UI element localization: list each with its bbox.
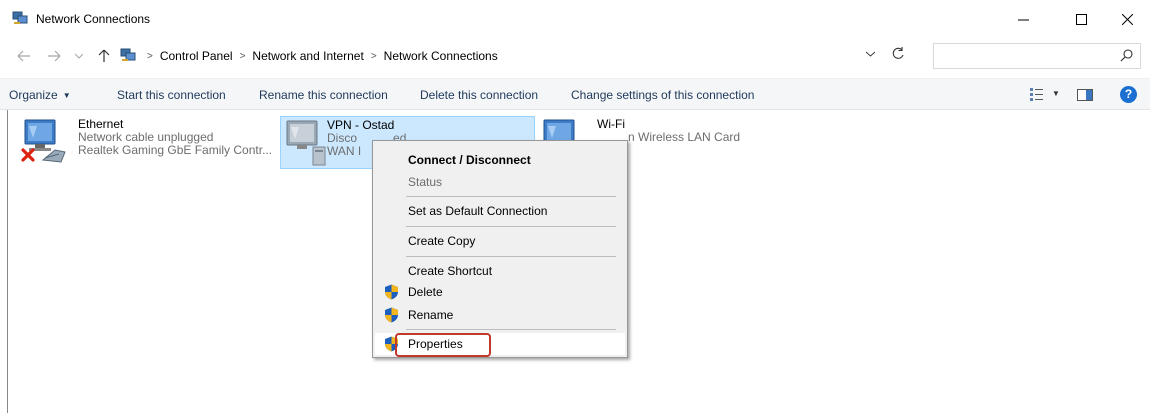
- menu-label: Delete: [408, 285, 443, 299]
- minimize-button[interactable]: [1000, 4, 1046, 34]
- menu-item-rename[interactable]: Rename: [375, 304, 625, 326]
- highlight-outline: [395, 333, 491, 357]
- menu-item-delete[interactable]: Delete: [375, 281, 625, 303]
- status-partial: Disco: [327, 131, 358, 145]
- maximize-button[interactable]: [1058, 4, 1104, 34]
- close-button[interactable]: [1104, 4, 1150, 34]
- forward-button[interactable]: [44, 46, 64, 66]
- menu-item-properties[interactable]: Properties: [375, 333, 625, 357]
- recent-locations-button[interactable]: [72, 46, 86, 66]
- preview-pane-icon[interactable]: [1077, 89, 1093, 101]
- back-arrow-icon: [17, 50, 30, 62]
- vpn-connection-icon: [286, 120, 326, 166]
- breadcrumb-separator-icon[interactable]: >: [364, 51, 384, 62]
- control-panel-icon: [120, 48, 136, 61]
- menu-item-set-default[interactable]: Set as Default Connection: [375, 200, 625, 222]
- organize-label: Organize: [9, 88, 58, 102]
- organize-menu[interactable]: Organize ▼: [9, 88, 71, 102]
- address-row: > Control Panel > Network and Internet >…: [0, 40, 1150, 72]
- menu-label: Status: [408, 175, 443, 189]
- up-arrow-icon: [98, 49, 110, 62]
- window-left-edge: [7, 110, 8, 413]
- chevron-down-icon: [865, 51, 876, 57]
- menu-label: Rename: [408, 308, 454, 322]
- menu-separator: [406, 226, 616, 227]
- delete-connection-button[interactable]: Delete this connection: [420, 88, 538, 102]
- command-bar: Organize ▼ Start this connection Rename t…: [0, 78, 1150, 110]
- address-bar[interactable]: > Control Panel > Network and Internet >…: [114, 43, 924, 69]
- connection-ethernet[interactable]: Ethernet Network cable unplugged Realtek…: [15, 116, 275, 169]
- menu-label: Create Shortcut: [408, 264, 493, 278]
- breadcrumb-separator-icon[interactable]: >: [140, 51, 160, 62]
- menu-label: Connect / Disconnect: [408, 153, 531, 167]
- refresh-icon: [892, 47, 904, 59]
- menu-item-create-shortcut[interactable]: Create Shortcut: [375, 260, 625, 282]
- breadcrumb: > Control Panel > Network and Internet >…: [140, 49, 498, 63]
- window-title: Network Connections: [36, 12, 151, 26]
- network-connections-icon: [12, 11, 28, 24]
- caret-down-icon: ▼: [62, 91, 71, 101]
- change-settings-button[interactable]: Change settings of this connection: [571, 88, 754, 102]
- chevron-down-icon: [75, 53, 83, 59]
- menu-separator: [406, 329, 616, 330]
- connection-device: Realtek Gaming GbE Family Contr...: [78, 143, 273, 157]
- rename-connection-button[interactable]: Rename this connection: [259, 88, 388, 102]
- change-view-icon[interactable]: [1030, 87, 1044, 101]
- menu-label: Create Copy: [408, 234, 476, 248]
- maximize-icon: [1075, 13, 1087, 25]
- uac-shield-icon: [385, 307, 398, 323]
- breadcrumb-network-connections[interactable]: Network Connections: [384, 49, 498, 63]
- help-icon[interactable]: ?: [1120, 86, 1137, 103]
- ethernet-text: Ethernet Network cable unplugged Realtek…: [78, 118, 272, 157]
- menu-label: Set as Default Connection: [408, 204, 548, 218]
- ethernet-adapter-icon: [21, 119, 66, 163]
- back-button[interactable]: [14, 46, 34, 66]
- close-icon: [1121, 13, 1133, 25]
- menu-separator: [406, 256, 616, 257]
- start-connection-button[interactable]: Start this connection: [117, 88, 226, 102]
- menu-item-create-copy[interactable]: Create Copy: [375, 230, 625, 252]
- breadcrumb-control-panel[interactable]: Control Panel: [160, 49, 233, 63]
- menu-item-status[interactable]: Status: [375, 171, 625, 193]
- address-history-dropdown[interactable]: [865, 49, 876, 59]
- context-menu: Connect / Disconnect Status Set as Defau…: [372, 140, 628, 358]
- minimize-icon: [1017, 19, 1029, 20]
- menu-item-connect-disconnect[interactable]: Connect / Disconnect: [375, 149, 625, 171]
- breadcrumb-separator-icon[interactable]: >: [233, 51, 253, 62]
- search-input[interactable]: [933, 43, 1141, 69]
- search-icon: [1120, 49, 1133, 62]
- uac-shield-icon: [385, 284, 398, 300]
- forward-arrow-icon: [48, 50, 61, 62]
- refresh-button[interactable]: [892, 47, 905, 63]
- up-button[interactable]: [94, 46, 114, 66]
- breadcrumb-network-and-internet[interactable]: Network and Internet: [252, 49, 363, 63]
- title-bar: Network Connections: [0, 0, 1150, 40]
- menu-separator: [406, 196, 616, 197]
- view-options-dropdown[interactable]: ▼: [1052, 89, 1060, 98]
